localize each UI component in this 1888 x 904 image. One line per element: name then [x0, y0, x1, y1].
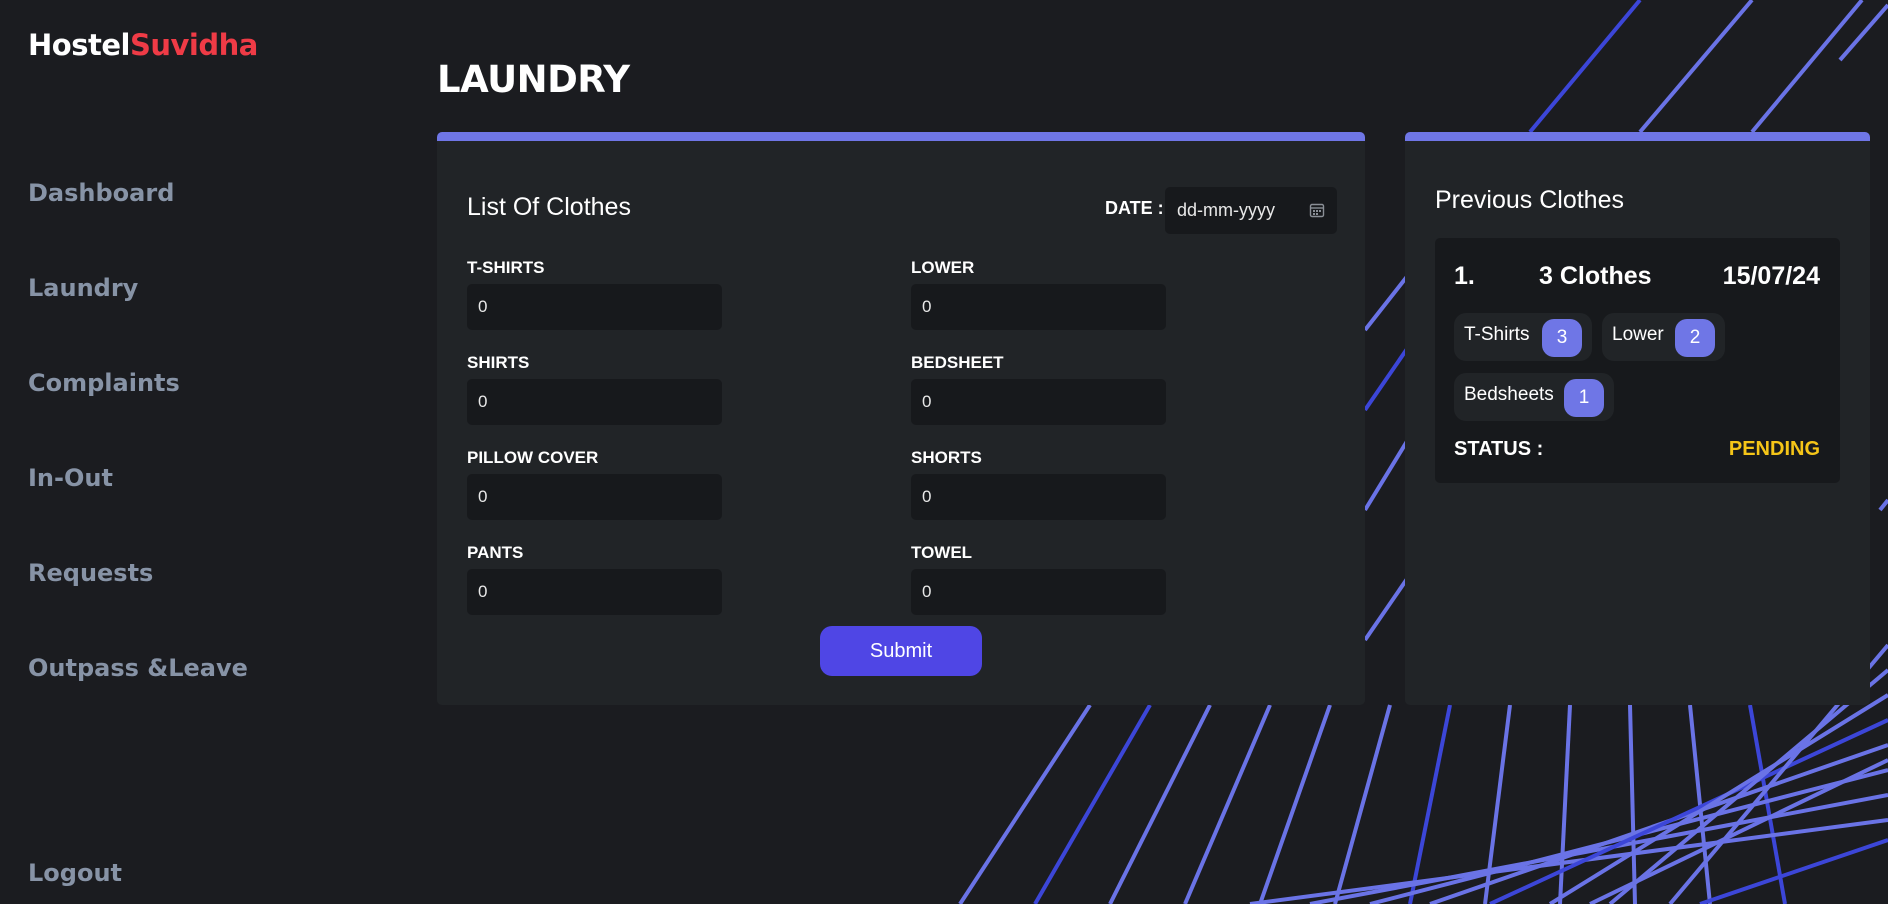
background-line	[1548, 693, 1888, 904]
lower-label: LOWER	[911, 258, 975, 277]
sidebar-item-complaints[interactable]: Complaints	[28, 369, 180, 397]
shorts-label: SHORTS	[911, 448, 982, 467]
background-line	[1608, 668, 1888, 904]
background-line	[1699, 838, 1888, 904]
background-line	[1750, 0, 1864, 134]
tshirts-input[interactable]: 0	[467, 284, 722, 330]
chip-lower: Lower 2	[1602, 313, 1725, 361]
previous-clothes-card: Previous Clothes 1. 3 Clothes 15/07/24 T…	[1405, 132, 1870, 705]
background-line	[1108, 704, 1212, 904]
chip-tshirts-label: T-Shirts	[1464, 324, 1530, 345]
submit-button[interactable]: Submit	[820, 626, 982, 676]
shirts-input[interactable]: 0	[467, 379, 722, 425]
previous-clothes-title: Previous Clothes	[1435, 186, 1624, 214]
lower-input[interactable]: 0	[911, 284, 1166, 330]
pillow-cover-label: PILLOW COVER	[467, 448, 599, 467]
bedsheet-input[interactable]: 0	[911, 379, 1166, 425]
background-line	[1033, 703, 1152, 904]
brand-logo-part1: Hostel	[28, 28, 130, 62]
background-line	[1183, 704, 1272, 904]
brand-logo[interactable]: HostelSuvidha	[28, 28, 258, 62]
sidebar-item-outpass-leave[interactable]: Outpass &Leave	[28, 654, 248, 682]
chip-lower-label: Lower	[1612, 324, 1664, 345]
pillow-cover-input[interactable]: 0	[467, 474, 722, 520]
entry-summary: 3 Clothes	[1539, 262, 1652, 290]
pants-input[interactable]: 0	[467, 569, 722, 615]
background-line	[1408, 704, 1452, 904]
tshirts-label: T-SHIRTS	[467, 258, 545, 277]
status-label: STATUS :	[1454, 438, 1544, 460]
app-root: HostelSuvidha Dashboard Laundry Complain…	[0, 0, 1888, 904]
background-line	[1258, 704, 1332, 904]
background-line	[1638, 0, 1754, 134]
sidebar-item-requests[interactable]: Requests	[28, 559, 153, 587]
background-line	[1838, 3, 1888, 62]
clothes-form-card: List Of Clothes DATE : dd-mm-yyyy T-SHIR…	[437, 132, 1365, 705]
status-badge: PENDING	[1728, 438, 1820, 460]
background-line	[958, 703, 1092, 904]
sidebar-item-laundry[interactable]: Laundry	[28, 274, 138, 302]
calendar-icon[interactable]	[1309, 202, 1325, 218]
entry-date: 15/07/24	[1722, 262, 1820, 290]
background-line	[1333, 704, 1392, 904]
background-line	[1489, 718, 1888, 904]
chip-tshirts: T-Shirts 3	[1454, 313, 1592, 361]
shirts-label: SHIRTS	[467, 353, 530, 372]
sidebar-item-dashboard[interactable]: Dashboard	[28, 179, 174, 207]
logout-button[interactable]: Logout	[28, 859, 122, 887]
clothes-form-title: List Of Clothes	[467, 193, 631, 221]
page-title: LAUNDRY	[437, 58, 630, 101]
background-line	[1628, 704, 1637, 904]
date-label: DATE :	[1105, 198, 1164, 218]
brand-logo-part2: Suvidha	[129, 28, 258, 62]
towel-input[interactable]: 0	[911, 569, 1166, 615]
entry-index: 1.	[1454, 262, 1475, 290]
previous-clothes-entry[interactable]: 1. 3 Clothes 15/07/24 T-Shirts 3 Lower 2…	[1435, 238, 1840, 483]
date-placeholder: dd-mm-yyyy	[1177, 200, 1275, 220]
sidebar-item-in-out[interactable]: In-Out	[28, 464, 113, 492]
chip-lower-count: 2	[1675, 319, 1715, 357]
background-line	[1309, 793, 1888, 904]
chip-bedsheets-label: Bedsheets	[1464, 384, 1554, 405]
background-line	[1528, 0, 1642, 134]
pants-label: PANTS	[467, 543, 524, 562]
date-input[interactable]: dd-mm-yyyy	[1165, 187, 1337, 234]
towel-label: TOWEL	[911, 543, 973, 562]
shorts-input[interactable]: 0	[911, 474, 1166, 520]
chip-tshirts-count: 3	[1542, 319, 1582, 357]
chip-bedsheets: Bedsheets 1	[1454, 373, 1614, 421]
sidebar: HostelSuvidha Dashboard Laundry Complain…	[0, 0, 400, 904]
background-line	[1558, 704, 1572, 904]
bedsheet-label: BEDSHEET	[911, 353, 1004, 372]
chip-bedsheets-count: 1	[1564, 379, 1604, 417]
background-line	[1878, 498, 1888, 512]
